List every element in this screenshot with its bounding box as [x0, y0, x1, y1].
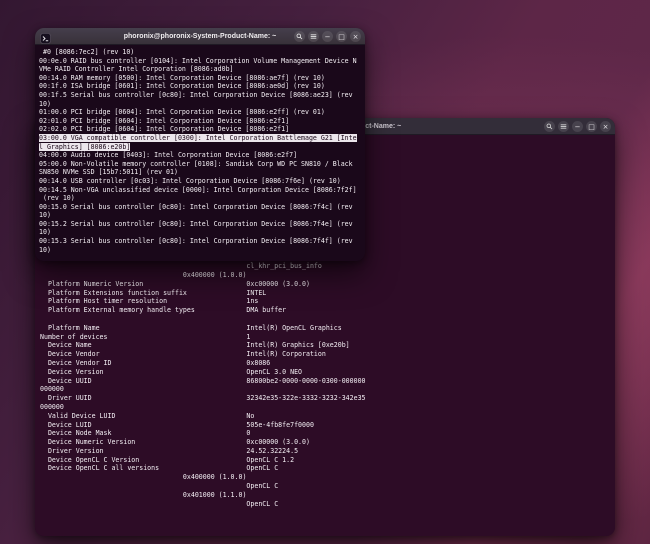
- menu-icon[interactable]: [558, 121, 569, 132]
- selected-text: 03:00.0 VGA compatible controller [0300]…: [39, 133, 357, 151]
- maximize-button[interactable]: □: [336, 31, 347, 42]
- close-button[interactable]: ×: [600, 121, 611, 132]
- maximize-button[interactable]: □: [586, 121, 597, 132]
- close-button[interactable]: ×: [350, 31, 361, 42]
- output-before-selection: #0 [8086:7ec2] (rev 10) 00:0e.0 RAID bus…: [39, 48, 357, 134]
- clinfo-text: cl_khr_pci_bus_info 0x400000 (1.0.0) Pla…: [40, 262, 366, 508]
- lspci-output[interactable]: #0 [8086:7ec2] (rev 10) 00:0e.0 RAID bus…: [35, 45, 365, 261]
- menu-icon[interactable]: [308, 31, 319, 42]
- foreground-terminal-titlebar[interactable]: phoronix@phoronix-System-Product-Name: ~…: [35, 28, 365, 45]
- window-title: phoronix@phoronix-System-Product-Name: ~: [123, 32, 277, 40]
- minimize-button[interactable]: −: [322, 31, 333, 42]
- window-controls: − □ ×: [294, 31, 361, 42]
- window-controls: − □ ×: [544, 121, 611, 132]
- output-after-selection: 04:00.0 Audio device [0403]: Intel Corpo…: [39, 151, 357, 254]
- minimize-button[interactable]: −: [572, 121, 583, 132]
- search-icon[interactable]: [544, 121, 555, 132]
- foreground-terminal-window[interactable]: phoronix@phoronix-System-Product-Name: ~…: [35, 28, 365, 261]
- terminal-app-icon: [40, 31, 51, 44]
- search-icon[interactable]: [294, 31, 305, 42]
